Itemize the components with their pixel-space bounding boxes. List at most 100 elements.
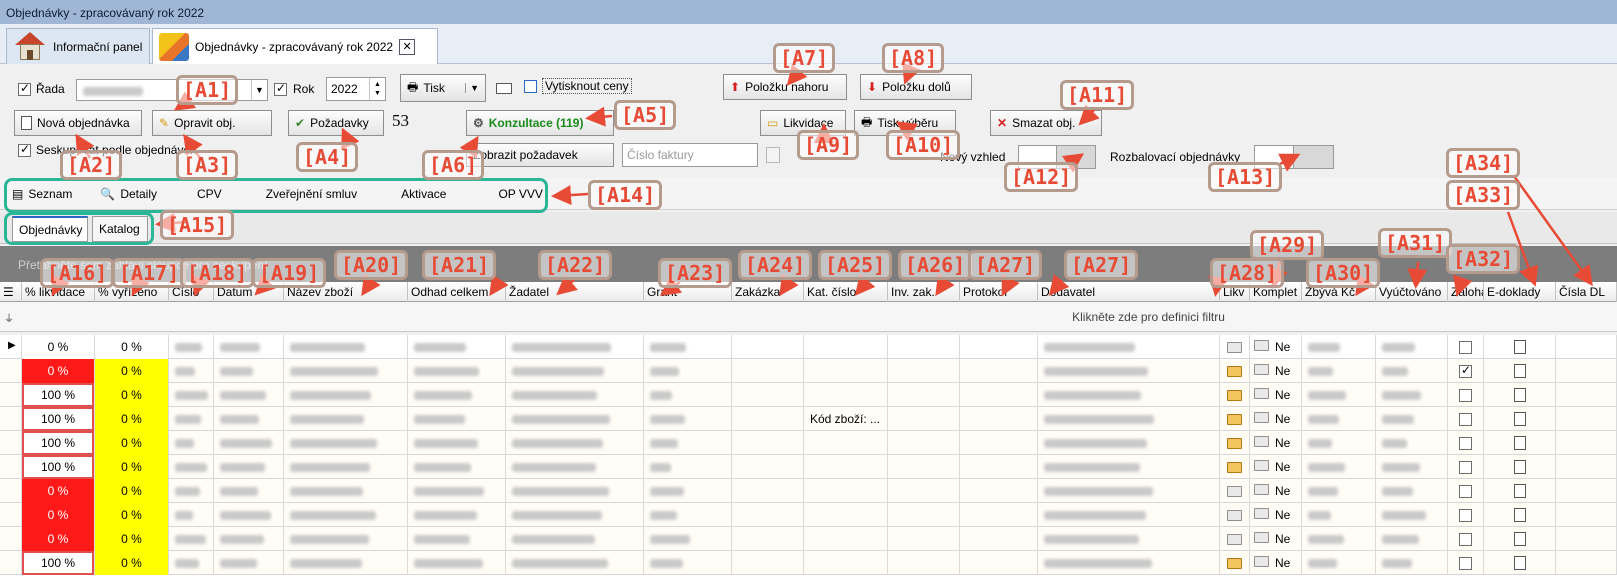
table-cell[interactable] bbox=[888, 503, 960, 527]
cell-vyrizeno[interactable]: 0 % bbox=[95, 407, 169, 431]
table-cell[interactable] bbox=[1556, 479, 1617, 503]
table-cell[interactable] bbox=[960, 431, 1038, 455]
cell-likvidace[interactable]: 100 % bbox=[22, 551, 95, 575]
folder-icon[interactable] bbox=[1254, 340, 1269, 351]
table-cell[interactable] bbox=[408, 431, 506, 455]
cell-komplet[interactable]: Ne bbox=[1250, 335, 1302, 359]
nova-objednavka-button[interactable]: Nová objednávka bbox=[14, 110, 142, 136]
folder-icon[interactable] bbox=[1254, 412, 1269, 423]
col-protokol[interactable]: Protokol bbox=[960, 282, 1038, 302]
row-indicator[interactable] bbox=[0, 383, 22, 407]
table-cell[interactable] bbox=[1038, 551, 1220, 575]
rok-checkbox[interactable] bbox=[274, 81, 287, 97]
table-cell[interactable] bbox=[1302, 359, 1376, 383]
table-cell[interactable] bbox=[644, 479, 732, 503]
table-cell[interactable] bbox=[1302, 407, 1376, 431]
cell-likv[interactable] bbox=[1220, 455, 1250, 479]
konzultace-button[interactable]: ⚙ Konzultace (119) bbox=[466, 110, 614, 136]
document-icon[interactable] bbox=[1514, 556, 1526, 570]
table-cell[interactable] bbox=[960, 551, 1038, 575]
cell-zaloha[interactable] bbox=[1448, 431, 1484, 455]
likvidace-folder-icon[interactable] bbox=[1227, 390, 1242, 401]
cell-zaloha[interactable] bbox=[1448, 503, 1484, 527]
table-cell[interactable] bbox=[888, 335, 960, 359]
likvidace-folder-icon[interactable] bbox=[1227, 414, 1242, 425]
filter-row[interactable]: ⏚ Klikněte zde pro definici filtru bbox=[0, 302, 1617, 332]
cell-e-doklady[interactable] bbox=[1484, 359, 1556, 383]
table-cell[interactable] bbox=[169, 551, 214, 575]
table-row[interactable]: 100 % 0 % Ne bbox=[0, 551, 1617, 575]
table-cell[interactable] bbox=[960, 455, 1038, 479]
table-cell[interactable] bbox=[1556, 431, 1617, 455]
cell-e-doklady[interactable] bbox=[1484, 455, 1556, 479]
table-cell[interactable] bbox=[1556, 407, 1617, 431]
table-cell[interactable] bbox=[888, 359, 960, 383]
likvidace-folder-icon[interactable] bbox=[1227, 534, 1242, 545]
cell-kat-cislo[interactable] bbox=[804, 503, 888, 527]
row-indicator[interactable] bbox=[0, 527, 22, 551]
cell-kat-cislo[interactable] bbox=[804, 455, 888, 479]
table-cell[interactable] bbox=[732, 431, 804, 455]
cell-likvidace[interactable]: 0 % bbox=[22, 503, 95, 527]
table-cell[interactable] bbox=[1376, 383, 1448, 407]
cell-likvidace[interactable]: 0 % bbox=[22, 359, 95, 383]
document-icon[interactable] bbox=[1514, 508, 1526, 522]
column-chooser-icon[interactable]: ☰ bbox=[0, 282, 22, 302]
seskupovat-checkbox[interactable] bbox=[18, 142, 31, 158]
table-cell[interactable] bbox=[169, 479, 214, 503]
cell-e-doklady[interactable] bbox=[1484, 335, 1556, 359]
cell-zaloha[interactable] bbox=[1448, 527, 1484, 551]
col-zadatel[interactable]: Žadatel bbox=[506, 282, 644, 302]
table-cell[interactable] bbox=[408, 407, 506, 431]
table-cell[interactable] bbox=[888, 551, 960, 575]
table-cell[interactable] bbox=[1038, 455, 1220, 479]
row-indicator[interactable] bbox=[0, 455, 22, 479]
table-cell[interactable] bbox=[408, 551, 506, 575]
table-cell[interactable] bbox=[1376, 455, 1448, 479]
col-zakazka[interactable]: Zakázka bbox=[732, 282, 804, 302]
row-indicator[interactable] bbox=[0, 359, 22, 383]
zaloha-checkbox[interactable] bbox=[1459, 437, 1472, 451]
cell-komplet[interactable]: Ne bbox=[1250, 551, 1302, 575]
close-icon[interactable]: ✕ bbox=[399, 38, 416, 55]
document-icon[interactable] bbox=[1514, 532, 1526, 546]
smazat-obj-button[interactable]: ✕ Smazat obj. bbox=[990, 110, 1102, 136]
chevron-down-icon[interactable]: ▼ bbox=[465, 83, 479, 93]
cell-likvidace[interactable]: 100 % bbox=[22, 431, 95, 455]
table-cell[interactable] bbox=[1038, 431, 1220, 455]
table-cell[interactable] bbox=[960, 335, 1038, 359]
table-cell[interactable] bbox=[888, 383, 960, 407]
table-cell[interactable] bbox=[1556, 335, 1617, 359]
table-cell[interactable] bbox=[214, 359, 284, 383]
table-cell[interactable] bbox=[169, 503, 214, 527]
folder-icon[interactable] bbox=[1254, 436, 1269, 447]
table-cell[interactable] bbox=[1376, 527, 1448, 551]
table-cell[interactable] bbox=[1038, 335, 1220, 359]
cell-e-doklady[interactable] bbox=[1484, 407, 1556, 431]
cell-kat-cislo[interactable] bbox=[804, 551, 888, 575]
likvidace-folder-icon[interactable] bbox=[1227, 486, 1242, 497]
tab-objednavky[interactable]: Objednávky - zpracovávaný rok 2022 ✕ bbox=[152, 28, 438, 64]
cell-kat-cislo[interactable] bbox=[804, 479, 888, 503]
table-cell[interactable] bbox=[284, 359, 408, 383]
cell-zaloha[interactable] bbox=[1448, 335, 1484, 359]
cell-e-doklady[interactable] bbox=[1484, 383, 1556, 407]
cell-likvidace[interactable]: 0 % bbox=[22, 527, 95, 551]
cell-zaloha[interactable] bbox=[1448, 479, 1484, 503]
folder-icon[interactable] bbox=[1254, 388, 1269, 399]
table-cell[interactable] bbox=[960, 503, 1038, 527]
table-cell[interactable] bbox=[1302, 431, 1376, 455]
table-cell[interactable] bbox=[214, 431, 284, 455]
table-cell[interactable] bbox=[960, 383, 1038, 407]
document-icon[interactable] bbox=[1514, 364, 1526, 378]
table-cell[interactable] bbox=[960, 479, 1038, 503]
cell-zaloha[interactable] bbox=[1448, 407, 1484, 431]
zobrazit-pozadavek-button[interactable]: Zobrazit požadavek bbox=[466, 143, 614, 167]
table-cell[interactable] bbox=[1556, 383, 1617, 407]
cell-kat-cislo[interactable]: Kód zboží: ... bbox=[804, 407, 888, 431]
tisk-button[interactable]: 🖶 Tisk ▼ bbox=[400, 74, 486, 102]
document-icon[interactable] bbox=[1514, 436, 1526, 450]
likvidace-folder-icon[interactable] bbox=[1227, 462, 1242, 473]
cell-likv[interactable] bbox=[1220, 527, 1250, 551]
cell-zaloha[interactable] bbox=[1448, 359, 1484, 383]
